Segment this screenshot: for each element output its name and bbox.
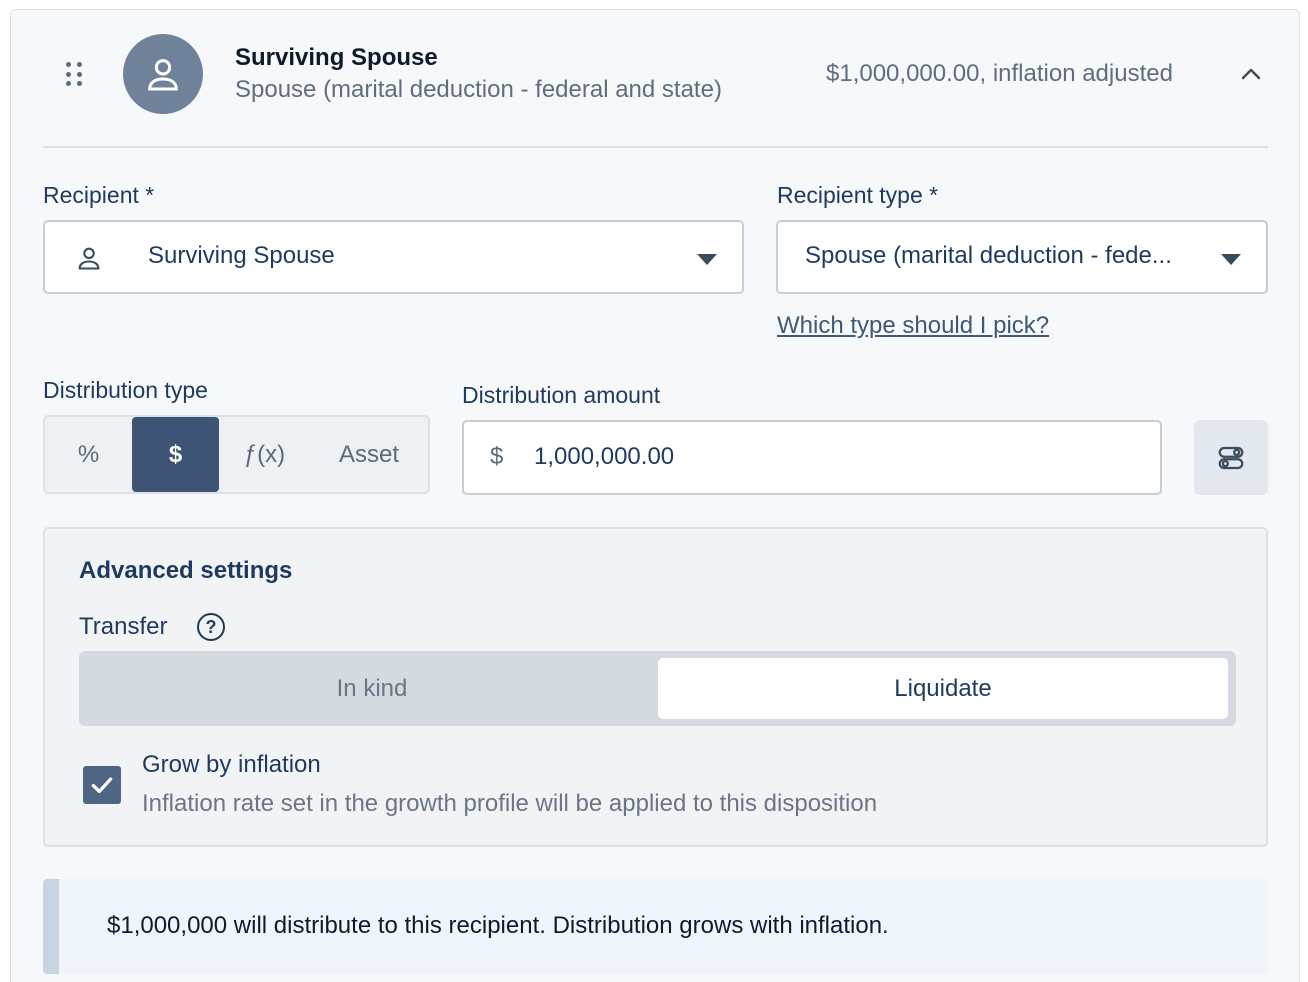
checkmark-icon (91, 777, 113, 794)
recipient-value: Surviving Spouse (148, 242, 335, 269)
recipient-type-label: Recipient type * (777, 182, 939, 208)
distribution-type-label: Distribution type (43, 377, 208, 403)
recipient-type-subtitle: Spouse (marital deduction - federal and … (235, 76, 722, 103)
recipient-name-title: Surviving Spouse (235, 44, 438, 71)
header-divider (43, 146, 1268, 148)
currency-symbol: $ (490, 443, 504, 470)
distribution-type-formula[interactable]: ƒ(x) (219, 417, 310, 492)
transfer-toggle: In kind Liquidate (79, 651, 1236, 726)
which-type-link[interactable]: Which type should I pick? (777, 312, 1049, 340)
advanced-settings-title: Advanced settings (79, 557, 293, 584)
distribution-summary-banner: $1,000,000 will distribute to this recip… (43, 879, 1268, 974)
grow-by-inflation-checkbox[interactable] (83, 766, 121, 804)
collapse-button[interactable] (1236, 62, 1266, 86)
distribution-type-asset[interactable]: Asset (310, 417, 428, 492)
transfer-in-kind[interactable]: In kind (87, 658, 657, 719)
help-circle-icon[interactable]: ? (197, 613, 225, 641)
banner-text: $1,000,000 will distribute to this recip… (107, 912, 889, 939)
recipient-type-value: Spouse (marital deduction - fede... (805, 242, 1172, 269)
distribution-type-segmented: % $ ƒ(x) Asset (43, 415, 430, 494)
avatar (123, 34, 203, 114)
caret-down-icon (1221, 254, 1241, 265)
toggles-icon (1218, 446, 1244, 469)
advanced-settings-panel: Advanced settings Transfer ? In kind Liq… (43, 527, 1268, 847)
distribution-amount-label: Distribution amount (462, 382, 661, 408)
distribution-amount-value[interactable]: 1,000,000.00 (534, 443, 1134, 471)
person-icon (78, 247, 100, 270)
recipient-label: Recipient * (43, 182, 155, 208)
grow-by-inflation-label: Grow by inflation (142, 751, 321, 778)
recipient-type-select[interactable]: Spouse (marital deduction - fede... (776, 220, 1268, 294)
transfer-label: Transfer (79, 613, 168, 640)
recipient-select[interactable]: Surviving Spouse (43, 220, 744, 294)
grow-by-inflation-description: Inflation rate set in the growth profile… (142, 790, 878, 817)
caret-down-icon (697, 254, 717, 265)
person-icon (148, 59, 178, 91)
amount-summary: $1,000,000.00, inflation adjusted (826, 60, 1173, 87)
distribution-type-percent[interactable]: % (45, 417, 132, 492)
amount-options-button[interactable] (1194, 420, 1268, 495)
transfer-liquidate[interactable]: Liquidate (658, 658, 1228, 719)
distribution-type-dollar[interactable]: $ (132, 417, 219, 492)
chevron-up-icon (1241, 68, 1261, 80)
drag-handle-icon[interactable] (66, 62, 86, 88)
banner-accent-bar (43, 879, 59, 974)
distribution-amount-field[interactable]: $ 1,000,000.00 (462, 420, 1162, 495)
